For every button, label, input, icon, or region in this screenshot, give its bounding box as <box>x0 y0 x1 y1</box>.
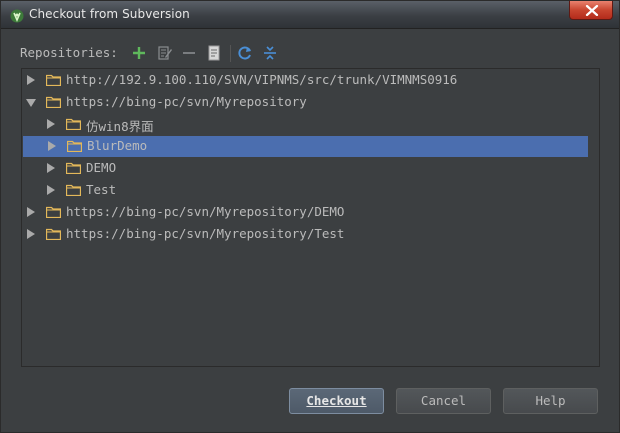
folder-icon <box>46 74 61 86</box>
expand-right-arrow-icon[interactable] <box>27 75 35 85</box>
tree-row[interactable]: https://bing-pc/svn/Myrepository <box>22 92 599 113</box>
tree-row[interactable]: 仿win8界面 <box>22 114 599 135</box>
tree-row-label: http://192.9.100.110/SVN/VIPNMS/src/trun… <box>66 72 458 87</box>
refresh-button[interactable] <box>236 44 254 62</box>
tree-row-label: BlurDemo <box>87 138 148 153</box>
cancel-button[interactable]: Cancel <box>396 388 491 414</box>
tree-row[interactable]: https://bing-pc/svn/Myrepository/DEMO <box>22 202 599 223</box>
toolbar-separator <box>230 45 231 62</box>
tree-row[interactable]: DEMO <box>22 158 599 179</box>
close-button[interactable] <box>569 1 613 20</box>
repository-tree[interactable]: http://192.9.100.110/SVN/VIPNMS/src/trun… <box>21 68 600 367</box>
checkout-button-label: Checkout <box>306 393 367 408</box>
add-icon <box>133 47 145 59</box>
tree-row[interactable]: http://192.9.100.110/SVN/VIPNMS/src/trun… <box>22 70 599 91</box>
folder-icon <box>66 184 81 196</box>
remove-button[interactable] <box>180 44 198 62</box>
folder-icon <box>46 96 61 108</box>
tree-row-label: https://bing-pc/svn/Myrepository/DEMO <box>66 204 345 219</box>
browse-button[interactable] <box>205 44 223 62</box>
expand-right-arrow-icon[interactable] <box>47 163 55 173</box>
remove-icon <box>183 52 195 54</box>
tree-row-label: DEMO <box>86 160 117 175</box>
collapse-all-icon <box>264 46 276 60</box>
refresh-icon <box>238 46 251 60</box>
repositories-label: Repositories: <box>20 45 118 60</box>
folder-icon <box>46 228 61 240</box>
folder-icon <box>67 140 82 152</box>
help-button-label: Help <box>535 393 566 408</box>
cancel-button-label: Cancel <box>420 393 467 408</box>
expand-right-arrow-icon[interactable] <box>47 119 55 129</box>
browse-icon <box>208 45 220 61</box>
tree-row-label: 仿win8界面 <box>86 119 154 134</box>
title-bar[interactable]: Checkout from Subversion <box>1 1 619 29</box>
tree-row-label: https://bing-pc/svn/Myrepository/Test <box>66 226 345 241</box>
add-button[interactable] <box>130 44 148 62</box>
tree-row[interactable]: https://bing-pc/svn/Myrepository/Test <box>22 224 599 245</box>
tree-row[interactable]: Test <box>22 180 599 201</box>
android-studio-icon <box>10 8 24 23</box>
expand-right-arrow-icon[interactable] <box>47 185 55 195</box>
folder-icon <box>46 206 61 218</box>
collapse-all-button[interactable] <box>261 44 279 62</box>
tree-row[interactable]: BlurDemo <box>23 136 588 157</box>
expand-down-arrow-icon[interactable] <box>26 99 36 107</box>
window-title: Checkout from Subversion <box>29 7 190 21</box>
expand-right-arrow-icon[interactable] <box>27 207 35 217</box>
close-icon <box>585 5 599 16</box>
tree-row-label: https://bing-pc/svn/Myrepository <box>66 94 307 109</box>
expand-right-arrow-icon[interactable] <box>48 141 56 151</box>
tree-row-label: Test <box>86 182 117 197</box>
folder-icon <box>66 162 81 174</box>
folder-icon <box>66 118 81 130</box>
help-button[interactable]: Help <box>503 388 598 414</box>
checkout-button[interactable]: Checkout <box>289 388 384 414</box>
edit-icon <box>158 46 172 60</box>
checkout-dialog: Checkout from Subversion Repositories: h… <box>0 0 620 433</box>
edit-button[interactable] <box>156 44 174 62</box>
expand-right-arrow-icon[interactable] <box>27 229 35 239</box>
